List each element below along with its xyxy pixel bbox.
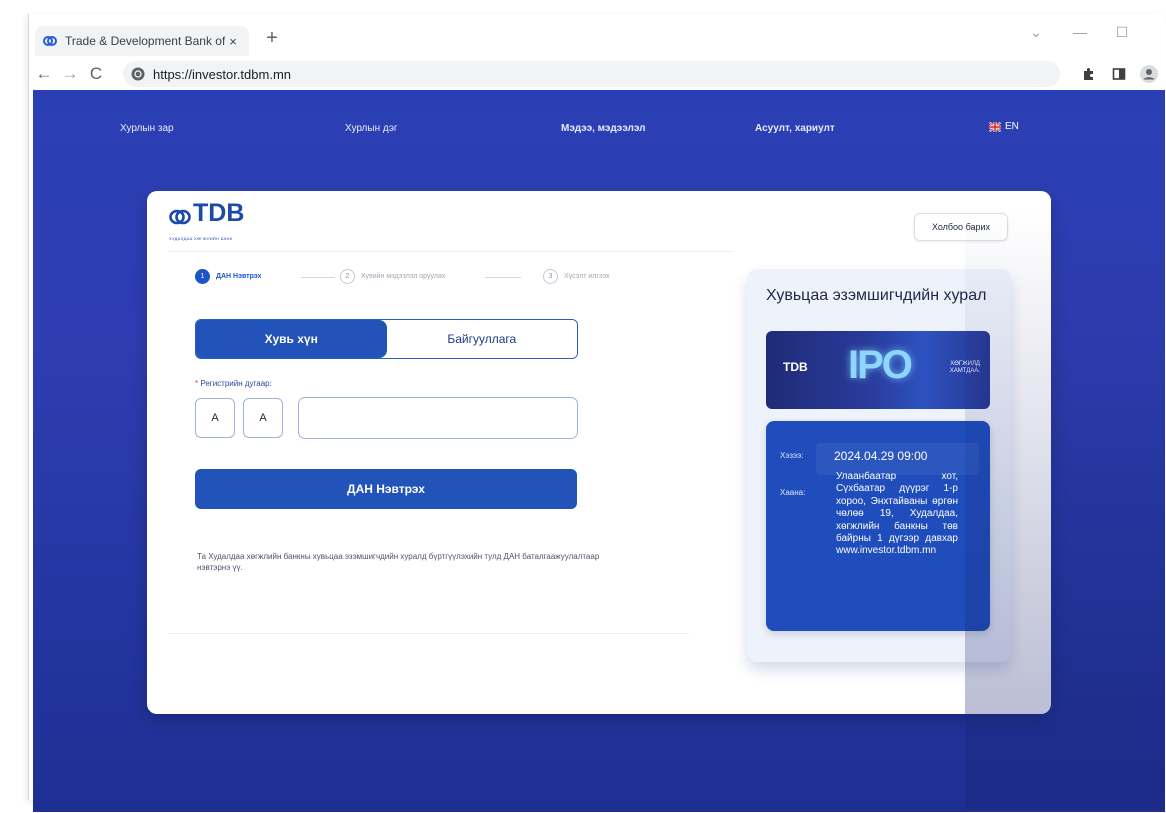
address-bar: ← → C https://investor.tdbm.mn — [29, 58, 1165, 90]
tab-title: Trade & Development Bank of M — [65, 34, 225, 48]
step-number: 2 — [340, 269, 355, 284]
panel-title: Хувьцаа эзэмшигчдийн хурал — [766, 287, 987, 304]
screenshot-canvas: Trade & Development Bank of M × + ⌄ — ☐ … — [0, 0, 1166, 813]
step-connector — [301, 277, 335, 278]
site-info-icon[interactable] — [131, 67, 145, 81]
url-text: https://investor.tdbm.mn — [153, 66, 292, 82]
meeting-address: Улаанбаатар хот, Сүхбаатар дүүрэг 1-р хо… — [836, 471, 958, 557]
meeting-details-card: Хэзээ: Хаана: 2024.04.29 09:00 Улаанбаат… — [766, 421, 990, 631]
banner-ipo-text: IPO — [848, 343, 913, 387]
back-arrow-icon[interactable]: ← — [31, 61, 57, 87]
nav-link-meeting-notice[interactable]: Хурлын зар — [120, 123, 174, 134]
step-number: 3 — [543, 269, 558, 284]
step-2: 2 Хувийн мэдээлэл оруулах — [340, 269, 445, 284]
where-label: Хаана: — [780, 488, 806, 497]
minimize-icon[interactable]: — — [1065, 22, 1095, 42]
profile-avatar-icon[interactable] — [1139, 64, 1159, 84]
tab-organization[interactable]: Байгууллага — [386, 320, 577, 358]
nav-link-news[interactable]: Мэдээ, мэдээлэл — [561, 123, 645, 134]
tdb-logo[interactable]: TDB ХУДАЛДАА ХӨГЖЛИЙН БАНК — [169, 199, 269, 243]
tdb-favicon-icon — [43, 36, 57, 46]
tab-close-icon[interactable]: × — [225, 34, 241, 49]
logo-tagline: ХУДАЛДАА ХӨГЖЛИЙН БАНК — [169, 236, 233, 241]
banner-logo: TDB — [783, 360, 808, 374]
account-type-toggle: Хувь хүн Байгууллага — [195, 319, 578, 359]
logo-wordmark: TDB — [193, 199, 245, 227]
top-navigation: Хурлын зар Хурлын дэг Мэдээ, мэдээлэл Ас… — [33, 120, 1165, 140]
progress-steps: 1 ДАН Нэвтрэх 2 Хувийн мэдээлэл оруулах … — [195, 269, 735, 287]
language-switcher[interactable]: EN — [989, 121, 1019, 132]
registration-number-input[interactable] — [298, 397, 578, 439]
step-label: ДАН Нэвтрэх — [216, 273, 262, 280]
nav-link-faq[interactable]: Асуулт, хариулт — [755, 123, 835, 134]
tdb-logo-mark-icon — [169, 209, 191, 225]
language-label: EN — [1005, 121, 1019, 132]
tab-individual[interactable]: Хувь хүн — [196, 320, 387, 358]
maximize-icon[interactable]: ☐ — [1107, 22, 1137, 42]
side-panel-icon[interactable] — [1109, 64, 1129, 84]
divider — [169, 633, 689, 634]
help-text: Та Худалдаа хөгжлийн банкны хувьцаа эзэм… — [197, 552, 600, 572]
website-viewport: Хурлын зар Хурлын дэг Мэдээ, мэдээлэл Ас… — [33, 90, 1165, 812]
divider — [169, 251, 733, 252]
browser-window: Trade & Development Bank of M × + ⌄ — ☐ … — [28, 14, 1165, 812]
extensions-puzzle-icon[interactable] — [1079, 64, 1099, 84]
register-letter-2-select[interactable]: А — [243, 398, 283, 438]
step-connector — [485, 277, 521, 278]
registration-number-label: * Регистрийн дугаар: — [195, 379, 272, 388]
ipo-banner: TDB IPO ХӨГЖИЛД ХАМТДАА. — [766, 331, 990, 409]
step-label: Хүсэлт илгээх — [564, 273, 610, 280]
step-1: 1 ДАН Нэвтрэх — [195, 269, 261, 284]
step-number: 1 — [195, 269, 210, 284]
nav-link-meeting-rules[interactable]: Хурлын дэг — [345, 123, 398, 134]
meeting-info-panel: Хувьцаа эзэмшигчдийн хурал TDB IPO ХӨГЖИ… — [747, 269, 1011, 662]
url-field[interactable]: https://investor.tdbm.mn — [123, 61, 1060, 87]
register-letter-1-select[interactable]: А — [195, 398, 235, 438]
tab-bar: Trade & Development Bank of M × + ⌄ — ☐ — [29, 14, 1165, 58]
new-tab-button[interactable]: + — [261, 28, 283, 50]
step-3: 3 Хүсэлт илгээх — [543, 269, 610, 284]
required-mark: * — [195, 379, 199, 388]
banner-slogan: ХӨГЖИЛД ХАМТДАА. — [949, 361, 980, 374]
login-card: TDB ХУДАЛДАА ХӨГЖЛИЙН БАНК Холбоо барих … — [147, 191, 1051, 714]
forward-arrow-icon[interactable]: → — [57, 61, 83, 87]
uk-flag-icon — [989, 121, 1001, 132]
step-label: Хувийн мэдээлэл оруулах — [361, 273, 446, 280]
toolbar-icons — [1079, 61, 1159, 87]
chevron-down-icon[interactable]: ⌄ — [1021, 22, 1051, 42]
reload-icon[interactable]: C — [83, 61, 109, 87]
contact-button[interactable]: Холбоо барих — [914, 213, 1008, 241]
when-label: Хэзээ: — [780, 451, 804, 460]
browser-tab[interactable]: Trade & Development Bank of M × — [35, 26, 249, 56]
dan-login-button[interactable]: ДАН Нэвтрэх — [195, 469, 577, 509]
registration-label-text: Регистрийн дугаар: — [200, 379, 272, 388]
